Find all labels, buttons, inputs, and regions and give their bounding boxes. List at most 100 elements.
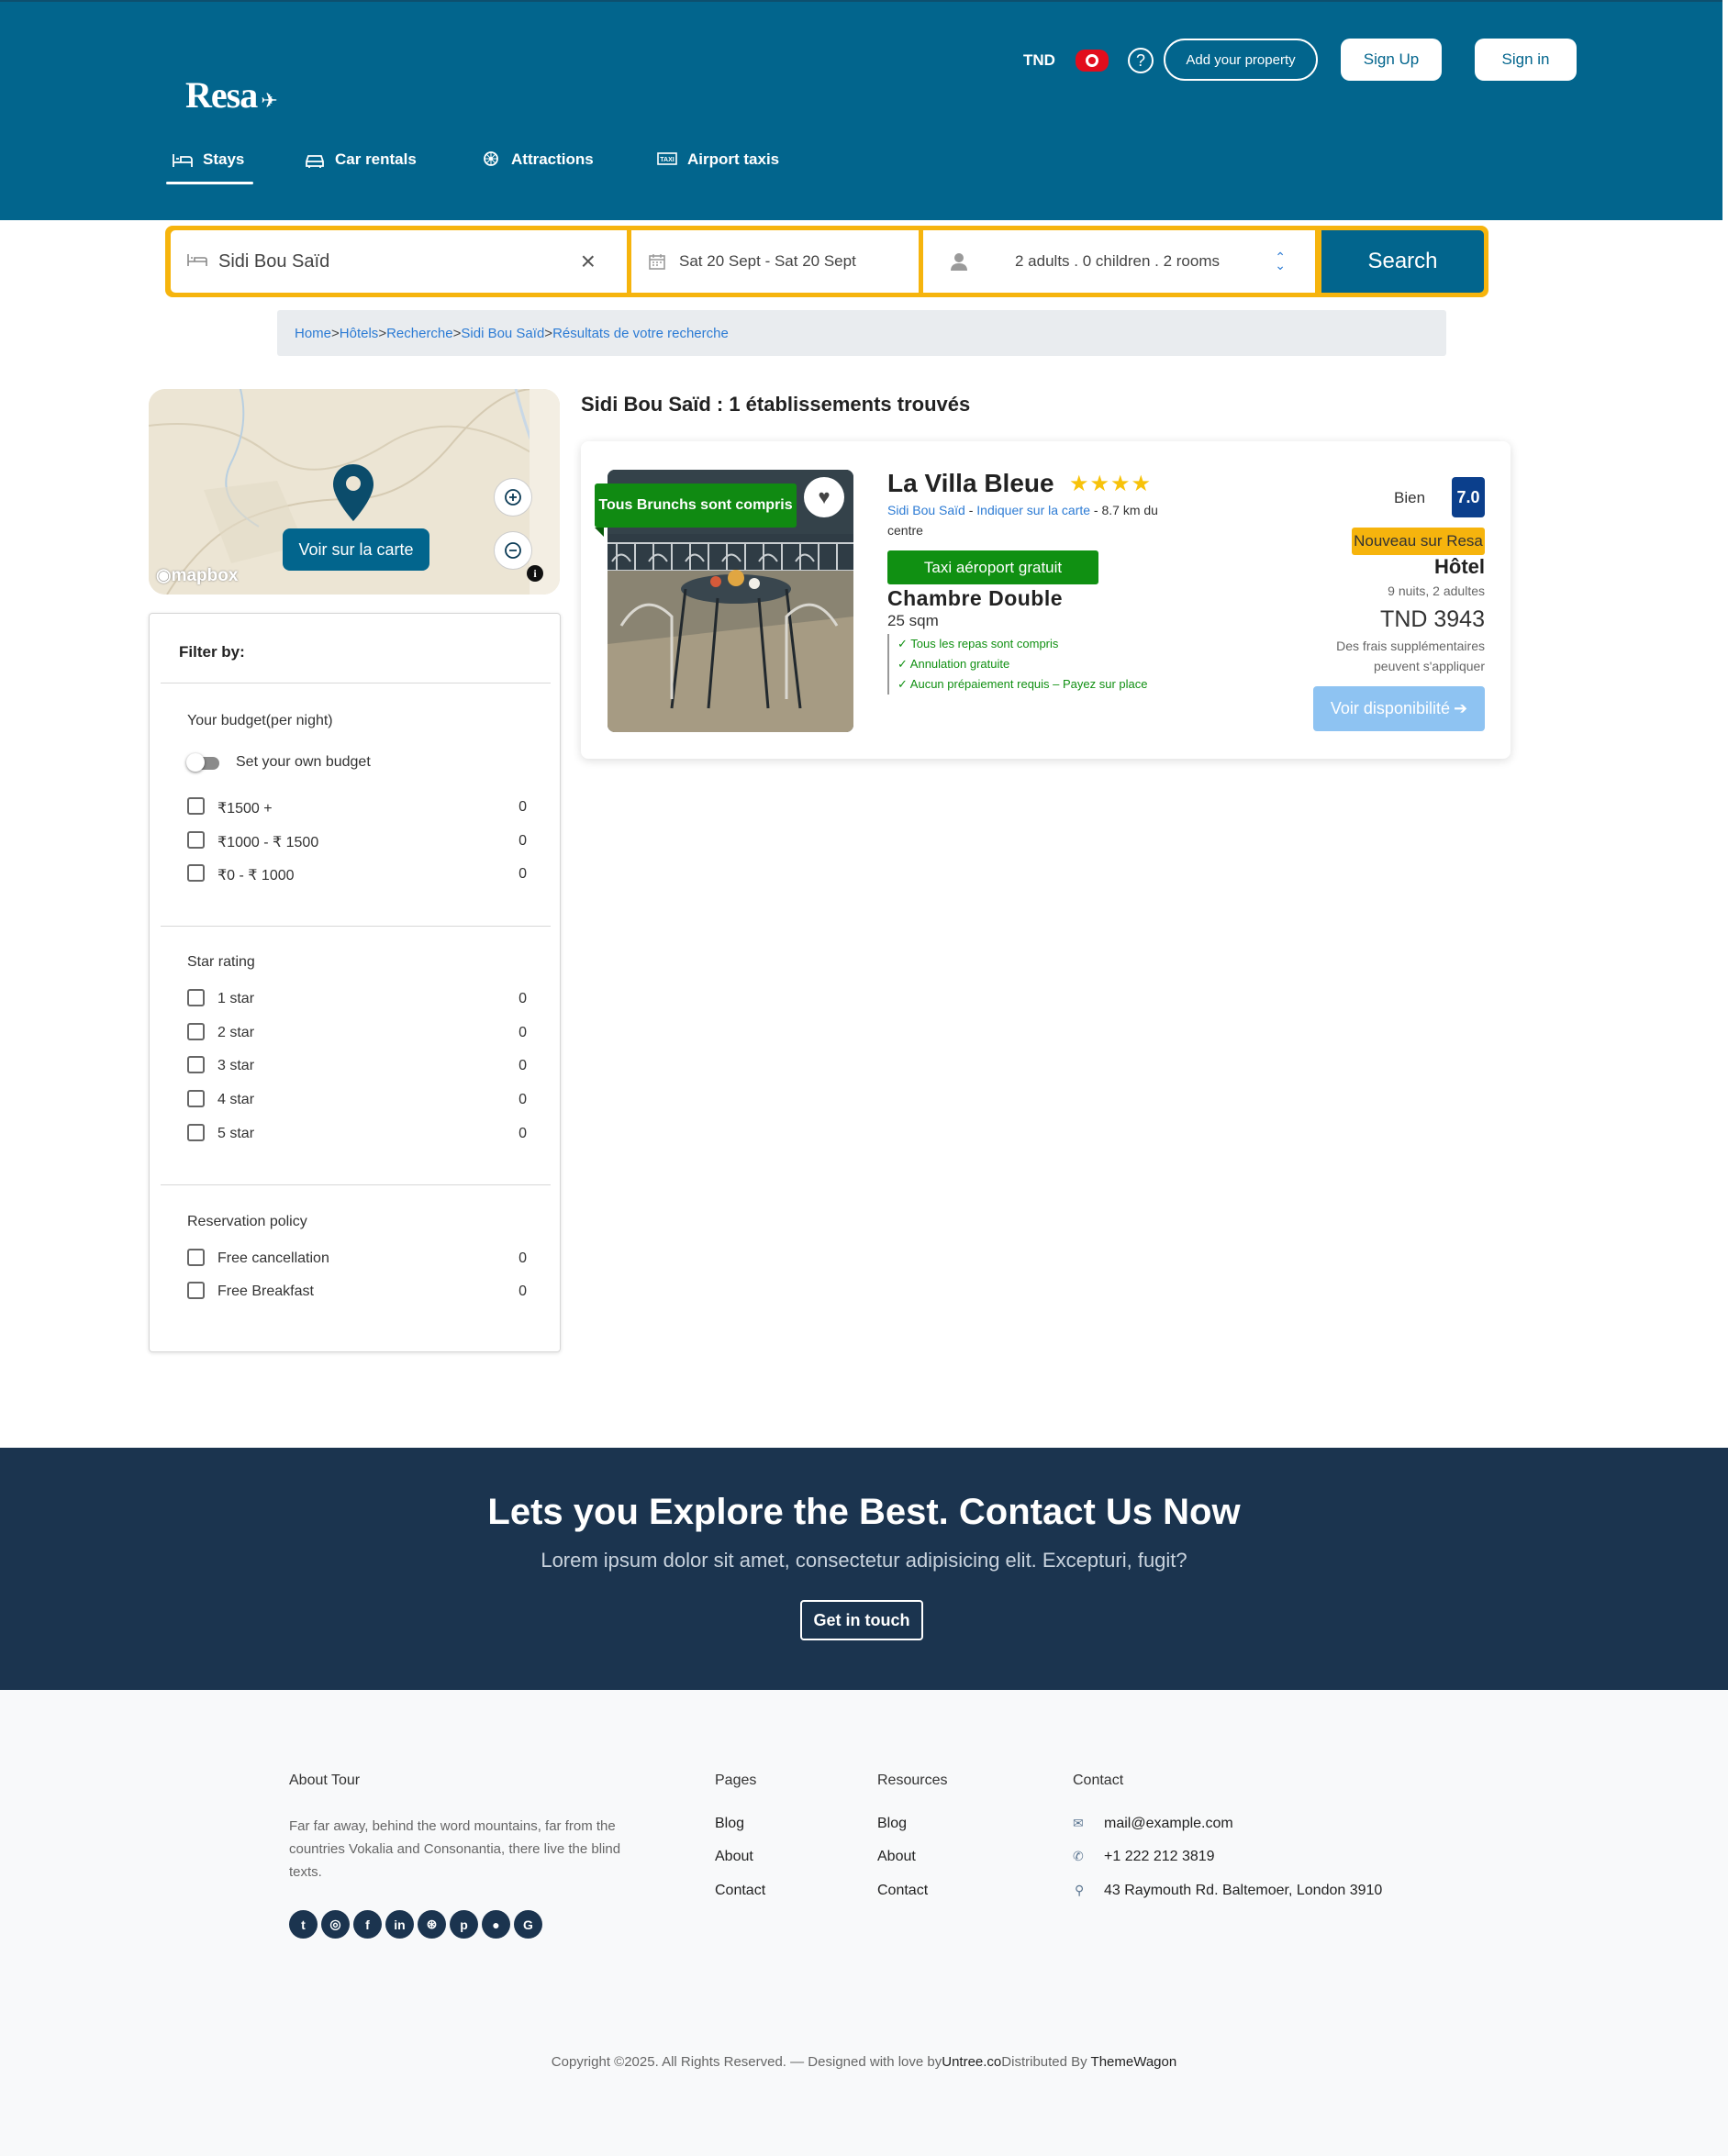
linkedin-icon[interactable]: in bbox=[385, 1910, 414, 1939]
tab-stays[interactable]: Stays bbox=[172, 150, 244, 169]
budget-heading: Your budget(per night) bbox=[187, 713, 333, 728]
google-icon[interactable]: G bbox=[514, 1910, 542, 1939]
designer-link[interactable]: Untree.co bbox=[942, 2054, 1001, 2070]
checkbox[interactable] bbox=[187, 864, 205, 882]
footer-link-contact[interactable]: Contact bbox=[715, 1883, 765, 1899]
breadcrumb-hotels[interactable]: Hôtels bbox=[340, 326, 379, 341]
breadcrumb-results[interactable]: Résultats de votre recherche bbox=[552, 326, 729, 341]
info-icon[interactable]: i bbox=[527, 565, 543, 582]
pages-heading: Pages bbox=[715, 1773, 757, 1788]
free-taxi-badge: Taxi aéroport gratuit bbox=[887, 550, 1098, 584]
facebook-icon[interactable]: f bbox=[353, 1910, 382, 1939]
car-icon bbox=[306, 155, 324, 168]
show-on-map-link[interactable]: Indiquer sur la carte bbox=[976, 503, 1090, 517]
checkbox[interactable] bbox=[187, 797, 205, 815]
instagram-icon[interactable]: ◎ bbox=[321, 1910, 350, 1939]
tab-attractions[interactable]: Attractions bbox=[480, 150, 594, 169]
footer-link-about[interactable]: About bbox=[715, 1849, 753, 1865]
plane-icon: ✈ bbox=[261, 89, 277, 112]
footer-link-blog[interactable]: Blog bbox=[877, 1816, 907, 1832]
budget-toggle-label: Set your own budget bbox=[236, 754, 371, 770]
date-picker[interactable]: Sat 20 Sept - Sat 20 Sept bbox=[631, 230, 919, 293]
location-pin-icon[interactable] bbox=[330, 462, 376, 523]
get-in-touch-button[interactable]: Get in touch bbox=[800, 1600, 923, 1640]
checkbox[interactable] bbox=[187, 1090, 205, 1107]
checkbox[interactable] bbox=[187, 1023, 205, 1040]
policy-option[interactable]: Free cancellation 0 bbox=[187, 1249, 527, 1269]
check-availability-button[interactable]: Voir disponibilité ➔ bbox=[1313, 686, 1485, 731]
breadcrumb-home[interactable]: Home bbox=[295, 326, 331, 341]
room-size: 25 sqm bbox=[887, 612, 939, 629]
twitter-icon[interactable]: t bbox=[289, 1910, 318, 1939]
contact-phone[interactable]: +1 222 212 3819 bbox=[1104, 1849, 1215, 1865]
hotel-card[interactable]: Tous Brunchs sont compris ♥ La Villa Ble… bbox=[581, 441, 1511, 759]
calendar-icon bbox=[649, 254, 665, 270]
policy-heading: Reservation policy bbox=[187, 1214, 307, 1229]
hotel-location: Sidi Bou Saïd - Indiquer sur la carte - … bbox=[887, 503, 1158, 538]
checkbox[interactable] bbox=[187, 1282, 205, 1299]
policy-option[interactable]: Free Breakfast 0 bbox=[187, 1282, 527, 1302]
sign-in-button[interactable]: Sign in bbox=[1475, 39, 1577, 81]
stay-summary: 9 nuits, 2 adultes bbox=[1388, 583, 1485, 598]
view-on-map-button[interactable]: Voir sur la carte bbox=[283, 528, 429, 571]
footer-link-contact[interactable]: Contact bbox=[877, 1883, 928, 1899]
currency-selector[interactable]: TND bbox=[1023, 51, 1055, 70]
resources-heading: Resources bbox=[877, 1773, 948, 1788]
city-link[interactable]: Sidi Bou Saïd bbox=[887, 503, 965, 517]
distributor-link[interactable]: ThemeWagon bbox=[1091, 2054, 1177, 2070]
checkbox[interactable] bbox=[187, 1249, 205, 1266]
header: Resa ✈ TND ? Add your property Sign Up Si… bbox=[0, 0, 1722, 220]
breadcrumb-search[interactable]: Recherche bbox=[386, 326, 453, 341]
attractions-icon bbox=[484, 151, 498, 166]
guests-value: 2 adults . 0 children . 2 rooms bbox=[1015, 252, 1221, 270]
taxi-icon: TAXI bbox=[657, 152, 677, 165]
sign-up-button[interactable]: Sign Up bbox=[1341, 39, 1442, 81]
logo[interactable]: Resa ✈ bbox=[185, 73, 278, 117]
perk-item: ✓ Tous les repas sont compris bbox=[897, 637, 1059, 650]
help-icon[interactable]: ? bbox=[1128, 48, 1154, 73]
checkbox[interactable] bbox=[187, 1124, 205, 1141]
destination-input[interactable]: Sidi Bou Saïd × bbox=[171, 230, 627, 293]
footer-link-about[interactable]: About bbox=[877, 1849, 916, 1865]
tab-label: Attractions bbox=[511, 150, 594, 168]
divider bbox=[161, 1184, 551, 1185]
guests-selector[interactable]: 2 adults . 0 children . 2 rooms ⌃ ⌄ bbox=[923, 230, 1315, 293]
zoom-out-icon[interactable] bbox=[494, 531, 532, 570]
hotel-name[interactable]: La Villa Bleue bbox=[887, 469, 1054, 498]
search-button[interactable]: Search bbox=[1321, 230, 1484, 293]
mail-icon: ✉ bbox=[1073, 1816, 1084, 1830]
checkbox[interactable] bbox=[187, 831, 205, 849]
zoom-in-icon[interactable] bbox=[494, 478, 532, 517]
budget-option[interactable]: ₹0 - ₹ 1000 0 bbox=[187, 864, 527, 884]
star-option[interactable]: 3 star 0 bbox=[187, 1056, 527, 1076]
copyright: Copyright ©2025. All Rights Reserved. — … bbox=[551, 2054, 1177, 2070]
footer-link-blog[interactable]: Blog bbox=[715, 1816, 744, 1832]
map-preview[interactable]: Voir sur la carte ◉mapbox i bbox=[149, 389, 560, 595]
contact-address: 43 Raymouth Rd. Baltemoer, London 3910 bbox=[1104, 1883, 1383, 1898]
room-name: Chambre Double bbox=[887, 586, 1064, 610]
contact-band: Lets you Explore the Best. Contact Us No… bbox=[0, 1448, 1728, 1690]
tab-airport-taxis[interactable]: TAXI Airport taxis bbox=[656, 150, 779, 169]
star-option[interactable]: 1 star 0 bbox=[187, 989, 527, 1009]
contact-heading: Contact bbox=[1073, 1773, 1124, 1788]
search-bar: Sidi Bou Saïd × Sat 20 Sept - Sat 20 Sep… bbox=[165, 226, 1488, 297]
favorite-heart-icon[interactable]: ♥ bbox=[804, 477, 844, 517]
budget-option[interactable]: ₹1500 +0 bbox=[187, 797, 527, 817]
apple-icon[interactable]: ● bbox=[482, 1910, 510, 1939]
contact-email[interactable]: mail@example.com bbox=[1104, 1816, 1233, 1832]
tab-car-rentals[interactable]: Car rentals bbox=[304, 150, 417, 169]
budget-toggle[interactable] bbox=[186, 753, 223, 772]
pinterest-icon[interactable]: p bbox=[450, 1910, 478, 1939]
tunisia-flag-icon[interactable] bbox=[1076, 50, 1109, 72]
checkbox[interactable] bbox=[187, 989, 205, 1006]
star-option[interactable]: 4 star 0 bbox=[187, 1090, 527, 1110]
budget-option[interactable]: ₹1000 - ₹ 1500 0 bbox=[187, 831, 527, 851]
clear-icon[interactable]: × bbox=[581, 247, 596, 276]
dribbble-icon[interactable]: ⊛ bbox=[418, 1910, 446, 1939]
checkbox[interactable] bbox=[187, 1056, 205, 1073]
star-option[interactable]: 2 star 0 bbox=[187, 1023, 527, 1043]
destination-value: Sidi Bou Saïd bbox=[218, 250, 330, 272]
breadcrumb-city[interactable]: Sidi Bou Saïd bbox=[461, 326, 544, 341]
add-property-button[interactable]: Add your property bbox=[1164, 39, 1318, 81]
star-option[interactable]: 5 star 0 bbox=[187, 1124, 527, 1144]
